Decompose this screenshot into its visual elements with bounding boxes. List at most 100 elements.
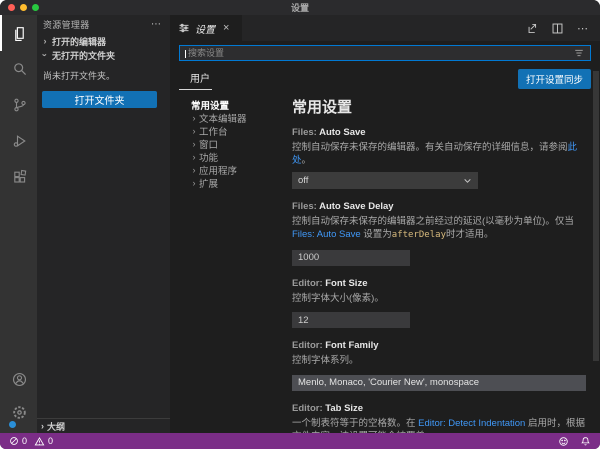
setting-category: Editor: [292,340,325,351]
setting-name: Auto Save [319,127,365,138]
setting-group: Files: Auto Save 控制自动保存未保存的编辑器。有关自动保存的详细信… [292,127,586,189]
toc-item[interactable]: ›功能 [189,150,292,163]
explorer-sidebar: 资源管理器 ⋯ › 打开的编辑器 › 无打开的文件夹 尚未打开文件夹。 打开文件… [37,15,170,433]
setting-category: Editor: [292,278,325,289]
setting-link[interactable]: Editor: Detect Indentation [418,418,525,429]
problems-status[interactable]: 0 0 [9,436,53,447]
toc-item[interactable]: ›工作台 [189,124,292,137]
setting-input[interactable] [292,250,410,266]
setting-link[interactable]: Files: Auto Save [292,229,361,240]
toc-item-label: 窗口 [199,137,218,151]
chevron-right-icon: › [189,165,199,175]
split-editor-icon[interactable] [551,22,564,35]
no-folder-section[interactable]: › 无打开的文件夹 [37,48,170,62]
extensions-icon[interactable] [0,159,37,195]
setting-label: Files: Auto Save Delay [292,201,586,212]
toc-item-label: 应用程序 [199,163,237,177]
desc-text: 控制字体大小(像素)。 [292,293,384,304]
settings-search-input[interactable] [185,48,573,58]
settings-gear-icon[interactable] [0,397,37,433]
select-value: off [298,175,308,186]
setting-label: Editor: Font Family [292,340,586,351]
chevron-right-icon: › [189,126,199,136]
setting-category: Files: [292,127,319,138]
chevron-right-icon: › [189,113,199,123]
chevron-right-icon: › [189,139,199,149]
toc-item-label: 常用设置 [191,98,229,112]
scrollbar-thumb[interactable] [593,71,599,361]
empty-folder-text: 尚未打开文件夹。 [37,62,170,82]
setting-category: Editor: [292,403,325,414]
setting-category: Files: [292,201,319,212]
desc-text: 控制自动保存未保存的编辑器之前经过的延迟(以毫秒为单位)。仅当 [292,216,574,227]
window-title: 设置 [0,1,600,14]
chevron-right-icon: › [41,36,49,46]
desc-text: 控制自动保存未保存的编辑器。有关自动保存的详细信息，请参阅 [292,142,568,153]
notifications-bell-icon[interactable] [580,436,591,447]
status-bar: 0 0 [0,433,600,449]
setting-code: afterDelay [392,230,446,240]
vscode-window: 设置 [0,0,600,449]
open-editors-section[interactable]: › 打开的编辑器 [37,34,170,48]
search-icon[interactable] [0,51,37,87]
setting-label: Editor: Tab Size [292,403,586,414]
error-icon [9,436,19,446]
setting-input[interactable] [292,375,586,391]
settings-toc: 常用设置›文本编辑器›工作台›窗口›功能›应用程序›扩展 [170,95,292,433]
explorer-icon[interactable] [0,15,37,51]
tab-settings[interactable]: 设置 × [170,15,242,41]
workbench: 资源管理器 ⋯ › 打开的编辑器 › 无打开的文件夹 尚未打开文件夹。 打开文件… [0,15,600,433]
toc-item-label: 工作台 [199,124,228,138]
views-more-actions-icon[interactable]: ⋯ [151,19,162,30]
desc-text: 设置为 [361,229,392,240]
desc-text: 一个制表符等于的空格数。在 [292,418,418,429]
chevron-right-icon: › [189,152,199,162]
setting-description: 控制自动保存未保存的编辑器。有关自动保存的详细信息，请参阅此处。 [292,141,586,167]
close-tab-icon[interactable]: × [223,23,229,34]
tab-bar: 设置 × ⋯ [170,15,600,41]
warning-count: 0 [48,436,53,446]
toc-item[interactable]: ›应用程序 [189,163,292,176]
chevron-right-icon: › [41,421,44,431]
setting-description: 控制字体大小(像素)。 [292,292,586,305]
settings-list-pane: 常用设置 Files: Auto Save 控制自动保存未保存的编辑器。有关自动保… [292,95,600,433]
settings-sync-button[interactable]: 打开设置同步 [518,69,591,89]
settings-group-heading: 常用设置 [292,96,586,117]
toc-item[interactable]: ›扩展 [189,176,292,189]
setting-label: Editor: Font Size [292,278,586,289]
account-icon[interactable] [0,361,37,397]
update-badge [8,420,17,429]
setting-group: Editor: Font Family 控制字体系列。 [292,340,586,391]
setting-description: 控制自动保存未保存的编辑器之前经过的延迟(以毫秒为单位)。仅当 Files: A… [292,215,586,242]
toc-item[interactable]: 常用设置 [189,98,292,111]
settings-sliders-icon [178,22,190,34]
settings-content: 常用设置›文本编辑器›工作台›窗口›功能›应用程序›扩展 常用设置 Files:… [170,95,600,433]
run-debug-icon[interactable] [0,123,37,159]
tab-user-settings[interactable]: 用户 [179,68,212,90]
sidebar-title: 资源管理器 [43,18,90,31]
filter-icon[interactable] [573,47,585,59]
setting-name: Font Size [325,278,367,289]
outline-section[interactable]: › 大纲 [37,418,170,433]
setting-group: Editor: Font Size 控制字体大小(像素)。 [292,278,586,329]
editor-area: 设置 × ⋯ [170,15,600,433]
chevron-down-icon: › [40,51,50,59]
settings-list: Files: Auto Save 控制自动保存未保存的编辑器。有关自动保存的详细信… [292,127,586,433]
setting-name: Auto Save Delay [319,201,393,212]
feedback-smiley-icon[interactable] [558,436,569,447]
title-bar: 设置 [0,0,600,15]
setting-input[interactable] [292,312,410,328]
tab-label: 设置 [195,21,215,36]
warning-icon [34,436,45,447]
setting-description: 控制字体系列。 [292,354,586,367]
more-actions-icon[interactable]: ⋯ [577,22,589,35]
setting-select[interactable]: off [292,172,478,189]
toc-item[interactable]: ›文本编辑器 [189,111,292,124]
open-folder-button[interactable]: 打开文件夹 [42,91,157,108]
open-settings-json-icon[interactable] [525,22,538,35]
settings-scope-bar: 用户 打开设置同步 [179,68,591,90]
source-control-icon[interactable] [0,87,37,123]
open-editors-label: 打开的编辑器 [52,35,106,48]
setting-group: Editor: Tab Size 一个制表符等于的空格数。在 Editor: De… [292,403,586,434]
toc-item[interactable]: ›窗口 [189,137,292,150]
